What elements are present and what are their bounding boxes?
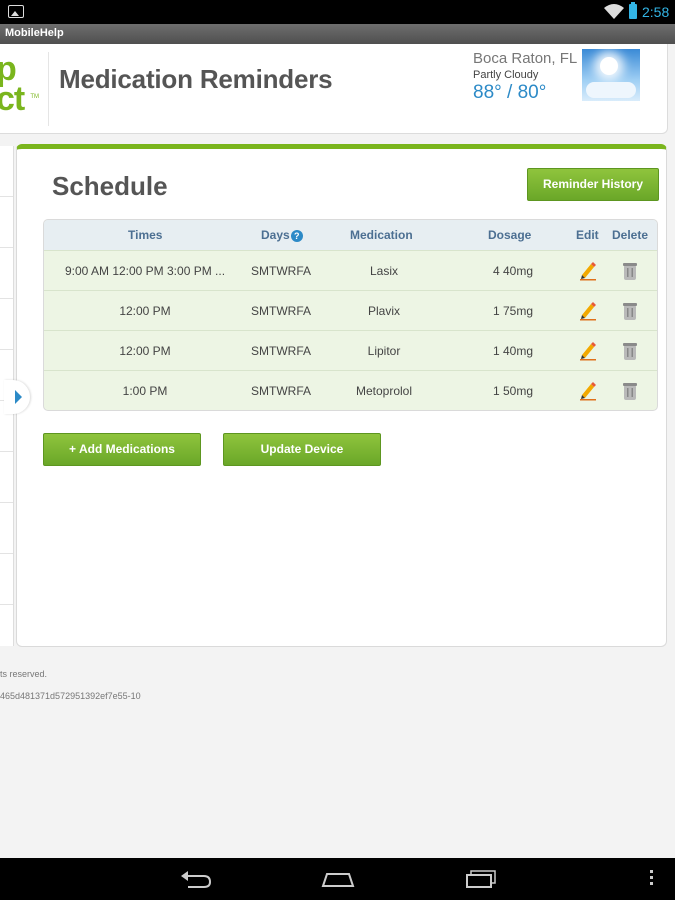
row-times: 9:00 AM 12:00 PM 3:00 PM ...: [64, 264, 226, 278]
table-row[interactable]: 9:00 AM 12:00 PM 3:00 PM ... SMTWRFA Las…: [44, 250, 657, 290]
footer-version: 465d481371d572951392ef7e55-10: [0, 691, 141, 701]
help-icon[interactable]: ?: [290, 229, 303, 242]
column-medication: Medication: [350, 228, 413, 242]
trash-delete-icon[interactable]: [622, 381, 638, 401]
status-bar: 2:58: [0, 0, 675, 24]
update-device-button[interactable]: Update Device: [223, 433, 381, 466]
page-title: Medication Reminders: [59, 64, 333, 94]
pencil-edit-icon[interactable]: [578, 261, 598, 281]
battery-icon: [629, 2, 637, 19]
row-days: SMTWRFA: [251, 344, 311, 358]
page-header: p ct TM Medication Reminders Boca Raton,…: [0, 44, 668, 134]
trash-delete-icon[interactable]: [622, 341, 638, 361]
medication-table: Times Days? Medication Dosage Edit Delet…: [43, 219, 658, 411]
pencil-edit-icon[interactable]: [578, 301, 598, 321]
row-medication: Metoprolol: [355, 384, 413, 398]
overflow-menu-icon[interactable]: [650, 870, 654, 888]
column-delete: Delete: [612, 228, 649, 242]
weather-city: Boca Raton, FL: [473, 50, 578, 67]
table-header: Times Days? Medication Dosage Edit Delet…: [44, 220, 657, 250]
row-times: 1:00 PM: [122, 384, 168, 398]
pencil-edit-icon[interactable]: [578, 341, 598, 361]
footer-copyright: ts reserved.: [0, 669, 48, 679]
column-times: Times: [128, 228, 163, 242]
schedule-panel: Schedule Reminder History Times Days? Me…: [16, 144, 667, 647]
notification-image-icon: [8, 5, 24, 18]
trash-delete-icon[interactable]: [622, 261, 638, 281]
back-icon[interactable]: [180, 870, 212, 888]
reminder-history-button[interactable]: Reminder History: [527, 168, 659, 201]
row-days: SMTWRFA: [251, 264, 311, 278]
row-days: SMTWRFA: [251, 304, 311, 318]
row-medication: Plavix: [367, 304, 400, 318]
app-title-bar: MobileHelp: [0, 24, 675, 44]
pencil-edit-icon[interactable]: [578, 381, 598, 401]
weather-temps: 88° / 80°: [473, 82, 547, 103]
schedule-title: Schedule: [52, 171, 168, 201]
row-dosage: 1 75mg: [492, 304, 534, 318]
header-divider: [48, 52, 49, 126]
add-medications-button[interactable]: + Add Medications: [43, 433, 201, 466]
row-times: 12:00 PM: [119, 344, 171, 358]
row-medication: Lipitor: [367, 344, 401, 358]
row-days: SMTWRFA: [251, 384, 311, 398]
partly-sunny-weather-icon: [582, 49, 640, 101]
column-days: Days?: [261, 228, 303, 242]
row-times: 12:00 PM: [119, 304, 171, 318]
home-icon[interactable]: [321, 871, 355, 887]
wifi-icon: [604, 4, 624, 19]
app-title: MobileHelp: [5, 27, 64, 39]
trash-delete-icon[interactable]: [622, 301, 638, 321]
row-medication: Lasix: [369, 264, 398, 278]
table-row[interactable]: 12:00 PM SMTWRFA Plavix 1 75mg: [44, 290, 657, 330]
column-dosage: Dosage: [488, 228, 532, 242]
table-row[interactable]: 1:00 PM SMTWRFA Metoprolol 1 50mg: [44, 370, 657, 410]
recent-apps-icon[interactable]: [465, 870, 497, 888]
table-row[interactable]: 12:00 PM SMTWRFA Lipitor 1 40mg: [44, 330, 657, 370]
status-clock: 2:58: [642, 4, 670, 20]
weather-condition: Partly Cloudy: [473, 69, 539, 81]
mobilehelp-logo[interactable]: p ct TM: [0, 54, 44, 124]
column-edit: Edit: [576, 228, 599, 242]
navigation-bar: [0, 858, 675, 900]
weather-info: Boca Raton, FL Partly Cloudy 88° / 80°: [473, 50, 577, 104]
row-dosage: 1 40mg: [492, 344, 534, 358]
row-dosage: 1 50mg: [492, 384, 534, 398]
row-dosage: 4 40mg: [492, 264, 534, 278]
